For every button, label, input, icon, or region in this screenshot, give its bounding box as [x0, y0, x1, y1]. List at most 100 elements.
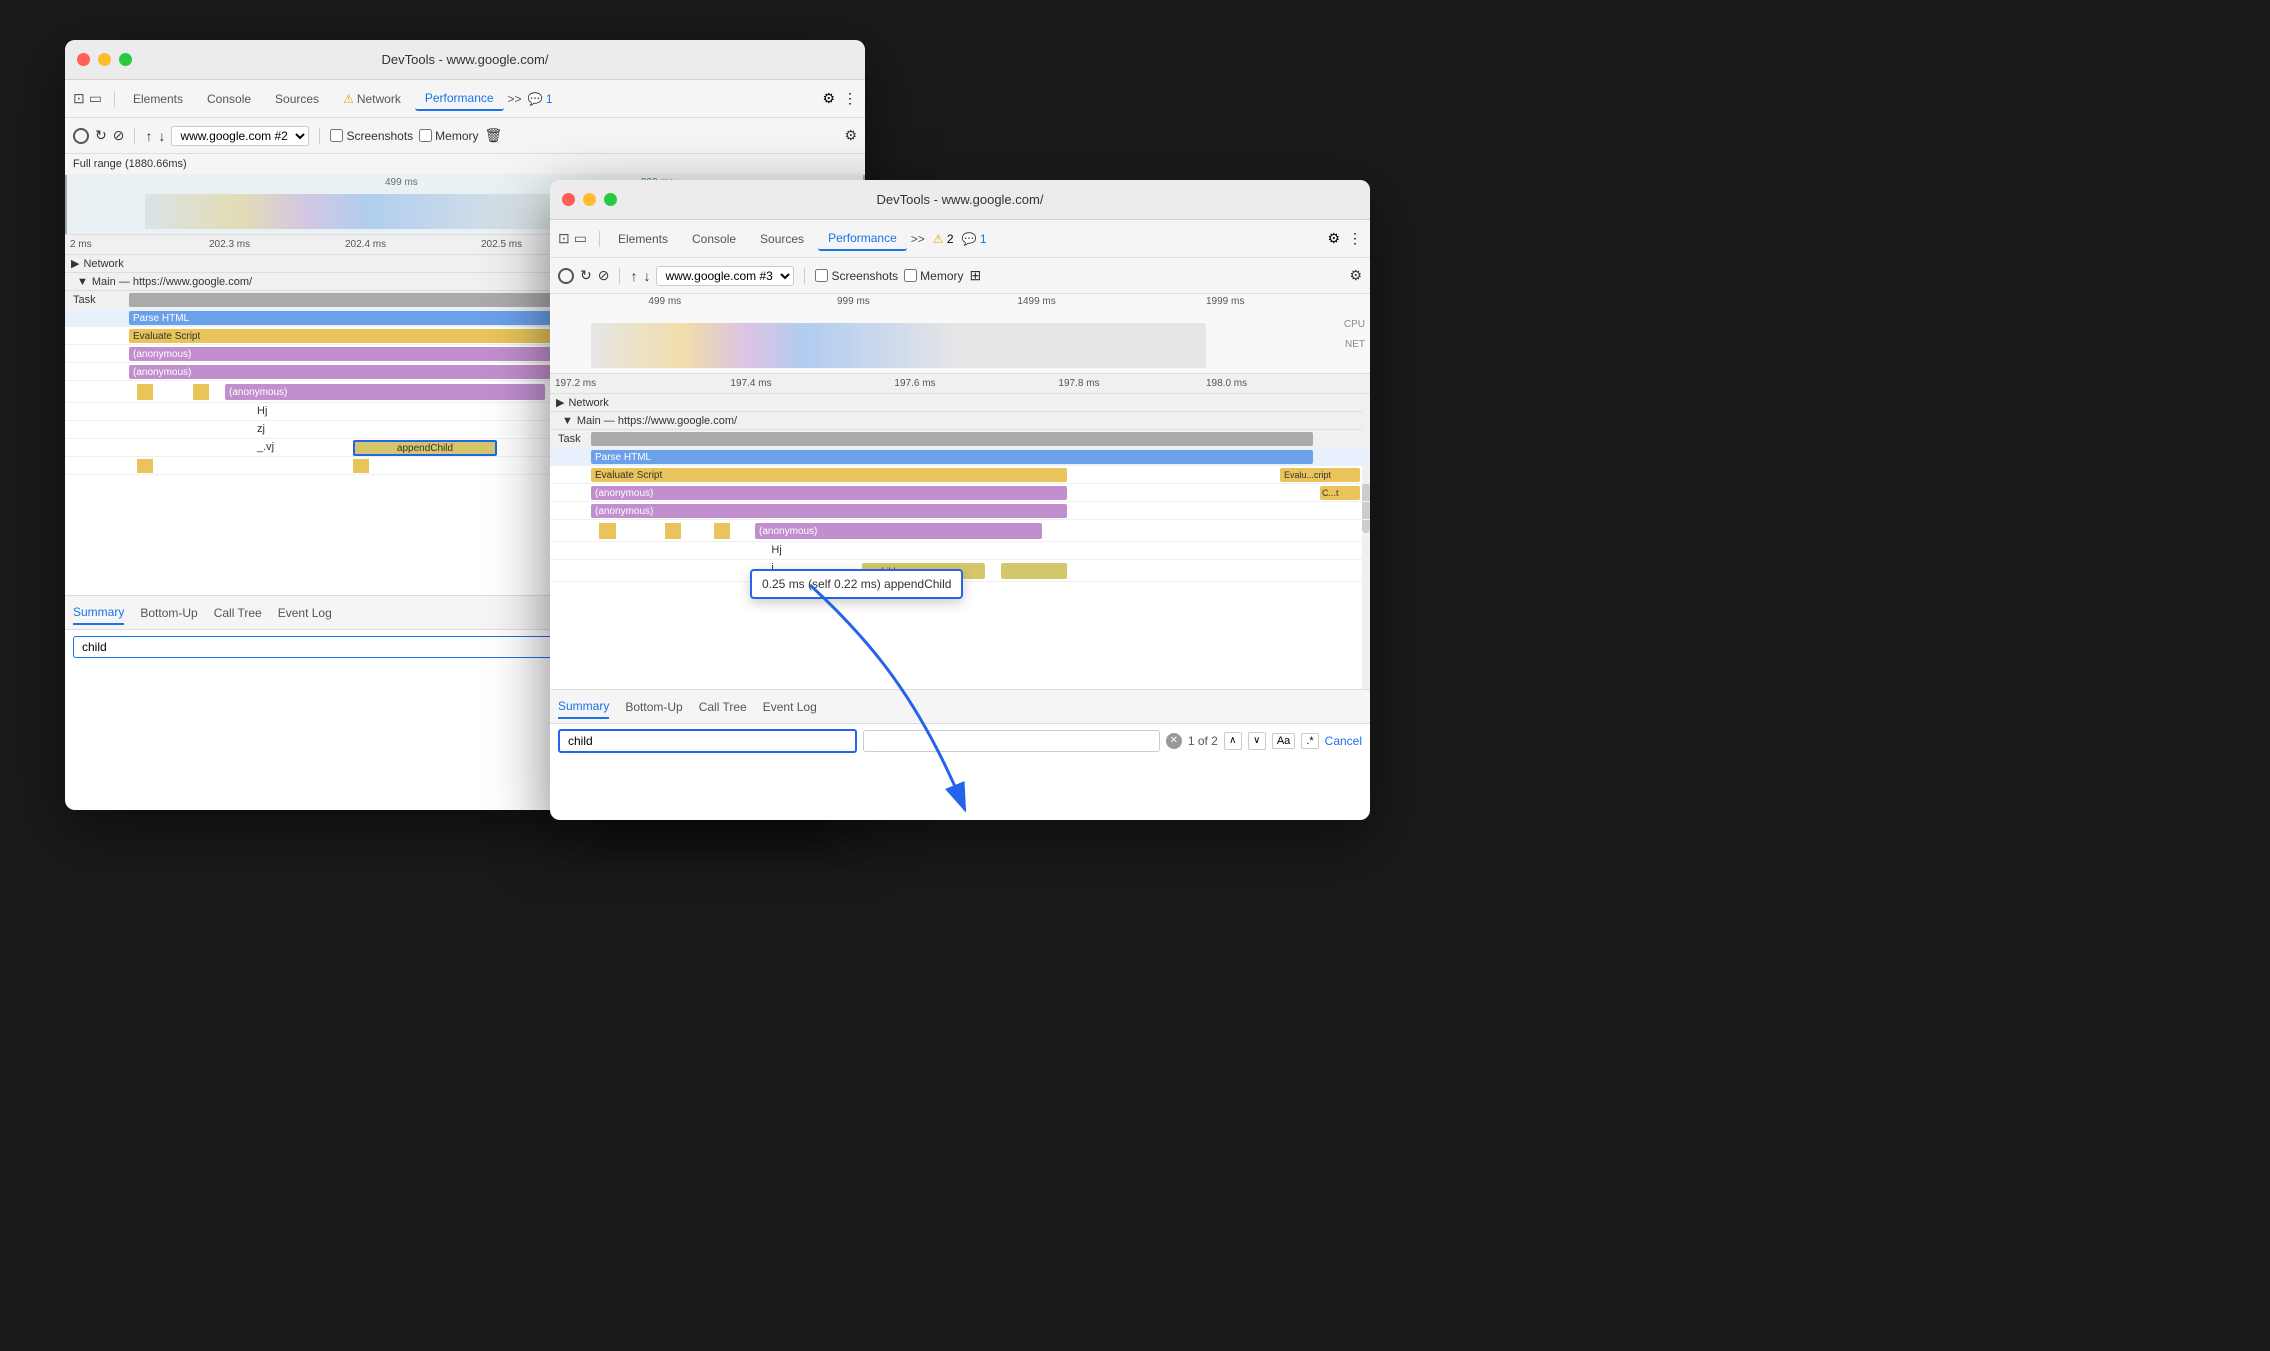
evaluate-script-label: Evaluate Script — [133, 331, 200, 342]
close-button-2[interactable] — [562, 193, 575, 206]
download-icon-2[interactable]: ↓ — [643, 268, 650, 284]
nested-row-2: (anonymous) — [550, 520, 1370, 542]
warning-icon-2: ⚠ — [933, 232, 944, 246]
refresh-icon[interactable]: ↻ — [95, 127, 107, 144]
tab-event-log-1[interactable]: Event Log — [278, 602, 332, 624]
network-toggle-2[interactable]: ▶ — [556, 396, 564, 409]
minimize-button-1[interactable] — [98, 53, 111, 66]
anon-label-2a: (anonymous) — [595, 488, 653, 499]
refresh-icon-2[interactable]: ↻ — [580, 267, 592, 284]
sep-2a — [599, 231, 600, 247]
task-bar-2 — [591, 432, 1313, 446]
memory-checkbox[interactable] — [419, 129, 432, 142]
inspector-icon-2[interactable]: ⊡ — [558, 230, 570, 247]
settings-icon-2[interactable]: ⚙ — [1327, 230, 1340, 247]
evaluate-script-bar-2: Evaluate Script — [591, 468, 1067, 482]
minimap-label-499-2: 499 ms — [648, 296, 681, 307]
ruler2-197-2: 197.2 ms — [555, 378, 596, 389]
tab-sources[interactable]: Sources — [265, 88, 329, 110]
tab-console-2[interactable]: Console — [682, 228, 746, 250]
tab-sources-2[interactable]: Sources — [750, 228, 814, 250]
tab-network[interactable]: ⚠ Network — [333, 88, 411, 110]
tab-bottom-up-1[interactable]: Bottom-Up — [140, 602, 197, 624]
main-section-label: Main — https://www.google.com/ — [92, 276, 252, 288]
hj-label-2: Hj — [771, 544, 781, 556]
screenshots-checkbox-2[interactable] — [815, 269, 828, 282]
search-next-btn[interactable]: ∨ — [1248, 732, 1266, 750]
close-button-1[interactable] — [77, 53, 90, 66]
appendchild-label: appendChild — [397, 443, 453, 454]
record-button[interactable] — [73, 128, 89, 144]
inspector-icon[interactable]: ⊡ — [73, 90, 85, 107]
flame-chart-2: ▶ Network ▼ Main — https://www.google.co… — [550, 394, 1370, 689]
yellow-bar-2 — [353, 459, 369, 473]
anon-label-2b: (anonymous) — [595, 506, 653, 517]
task-label-2: Task — [558, 433, 581, 445]
network-toggle-icon[interactable]: ▶ — [71, 257, 79, 270]
sep-2c — [804, 268, 805, 284]
ruler2-197-8: 197.8 ms — [1058, 378, 1099, 389]
regex-btn[interactable]: .* — [1301, 733, 1318, 749]
evaluate-script-row-2: Evaluate Script Evalu...cript — [550, 466, 1370, 484]
url-selector[interactable]: www.google.com #2 — [171, 126, 309, 146]
main-toggle-icon[interactable]: ▼ — [77, 276, 88, 288]
title-bar-1: DevTools - www.google.com/ — [65, 40, 865, 80]
maximize-button-2[interactable] — [604, 193, 617, 206]
tab-console[interactable]: Console — [197, 88, 261, 110]
download-icon[interactable]: ↓ — [158, 128, 165, 144]
more-tabs-icon[interactable]: >> — [508, 92, 522, 106]
cancel-search-btn[interactable]: Cancel — [1325, 734, 1362, 748]
upload-icon[interactable]: ↑ — [145, 128, 152, 144]
clear-icon[interactable]: ⊘ — [113, 127, 125, 144]
tab-summary-1[interactable]: Summary — [73, 601, 124, 625]
maximize-button-1[interactable] — [119, 53, 132, 66]
evalu-cript-bar: Evalu...cript — [1280, 468, 1360, 482]
evalu-cript-label: Evalu...cript — [1284, 470, 1331, 480]
search-prev-btn[interactable]: ∧ — [1224, 732, 1242, 750]
more-options-icon[interactable]: ⋮ — [843, 90, 857, 107]
search-extra-input[interactable] — [863, 730, 1160, 752]
minimize-button-2[interactable] — [583, 193, 596, 206]
clear-icon-2[interactable]: ⊘ — [598, 267, 610, 284]
tab-bar-1: ⊡ ▭ Elements Console Sources ⚠ Network P… — [65, 80, 865, 118]
parse-html-bar-2: Parse HTML — [591, 450, 1313, 464]
settings-icon[interactable]: ⚙ — [822, 90, 835, 107]
tab-elements-2[interactable]: Elements — [608, 228, 678, 250]
grid-icon-2[interactable]: ⊞ — [970, 267, 982, 284]
screenshots-checkbox[interactable] — [330, 129, 343, 142]
anon-bar-2a: (anonymous) — [591, 486, 1067, 500]
device-icon-2[interactable]: ▭ — [574, 230, 587, 247]
sep-3 — [319, 128, 320, 144]
action-settings-icon-2[interactable]: ⚙ — [1349, 267, 1362, 284]
appendchild-bar-highlighted: appendChild — [353, 440, 497, 456]
tab-bottom-up-2[interactable]: Bottom-Up — [625, 696, 682, 718]
nested-yellow-2c — [714, 523, 730, 539]
device-icon[interactable]: ▭ — [89, 90, 102, 107]
network-section-label: Network — [83, 258, 123, 270]
memory-checkbox-2[interactable] — [904, 269, 917, 282]
tab-event-log-2[interactable]: Event Log — [763, 696, 817, 718]
main-label-2: Main — https://www.google.com/ — [577, 415, 737, 427]
network-label-2: Network — [568, 397, 608, 409]
search-input-2[interactable] — [558, 729, 857, 753]
tab-performance-2[interactable]: Performance — [818, 227, 907, 251]
main-toggle-2[interactable]: ▼ — [562, 415, 573, 427]
upload-icon-2[interactable]: ↑ — [630, 268, 637, 284]
url-selector-2[interactable]: www.google.com #3 — [656, 266, 794, 286]
tab-call-tree-1[interactable]: Call Tree — [214, 602, 262, 624]
tab-elements[interactable]: Elements — [123, 88, 193, 110]
more-tabs-icon-2[interactable]: >> — [911, 232, 925, 246]
tab-call-tree-2[interactable]: Call Tree — [699, 696, 747, 718]
ruler-label-2ms: 2 ms — [70, 239, 92, 250]
action-settings-icon[interactable]: ⚙ — [844, 127, 857, 144]
record-button-2[interactable] — [558, 268, 574, 284]
tab-summary-2[interactable]: Summary — [558, 695, 609, 719]
clear-search-2[interactable]: ✕ — [1166, 733, 1182, 749]
match-case-btn[interactable]: Aa — [1272, 733, 1295, 749]
search-count-2: 1 of 2 — [1188, 734, 1218, 748]
anon-label-1: (anonymous) — [133, 349, 191, 360]
trash-icon[interactable]: 🗑 — [485, 127, 503, 144]
full-range-label: Full range (1880.66ms) — [65, 154, 865, 175]
tab-performance[interactable]: Performance — [415, 87, 504, 111]
more-options-icon-2[interactable]: ⋮ — [1348, 230, 1362, 247]
